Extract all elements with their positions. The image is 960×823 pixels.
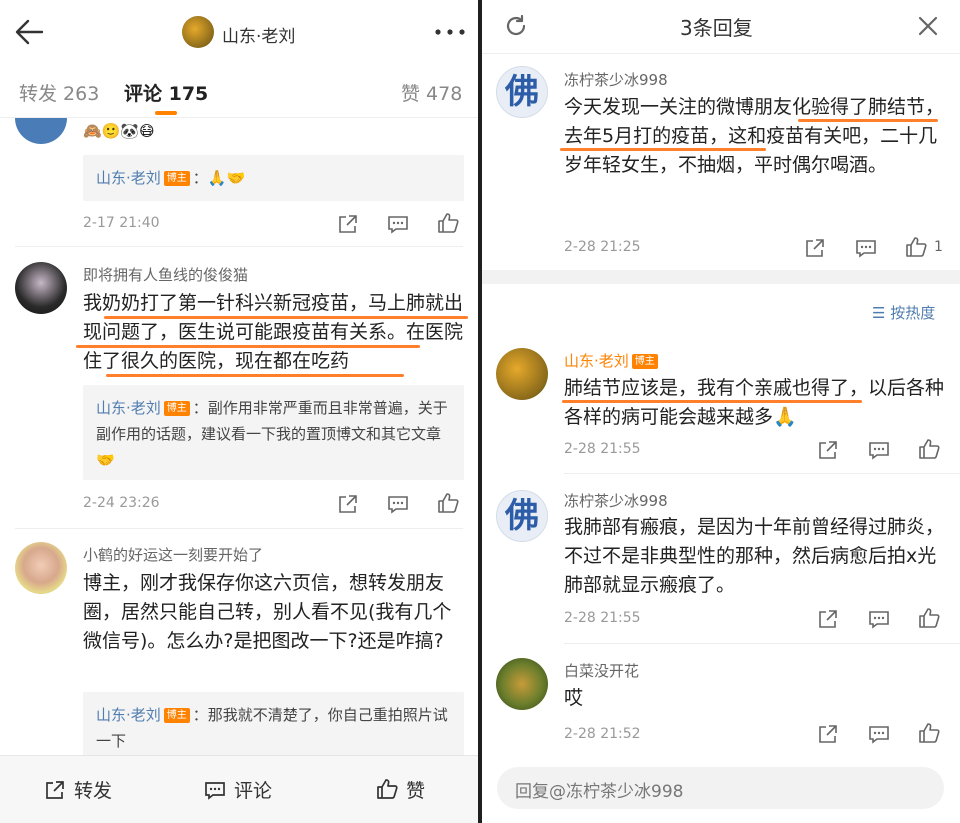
- comment-button[interactable]: 评论: [234, 776, 272, 803]
- refresh-icon[interactable]: [504, 14, 528, 38]
- share-icon[interactable]: [817, 439, 839, 461]
- like-icon[interactable]: [918, 607, 940, 629]
- sort-label: 按热度: [890, 304, 936, 322]
- blogger-badge: 博主: [163, 708, 190, 723]
- reply-line: 山东·老刘 博主 ：那我就不清楚了，你自己重拍照片试一下: [96, 702, 456, 754]
- comment-icon[interactable]: [204, 779, 226, 801]
- share-icon[interactable]: [337, 493, 359, 515]
- divider: [564, 643, 960, 644]
- avatar-glyph: 佛: [505, 72, 539, 112]
- comment-time: 2-28 21:52: [564, 726, 641, 742]
- weibo-post-panel: 山东·老刘 转发 263 评论 175 赞 478 🙈🙂🐼😷 山东·老刘 博主 ：🙏…: [0, 0, 478, 823]
- commenter-name[interactable]: 冻柠茶少冰998: [564, 490, 668, 511]
- sort-icon: ☰: [872, 304, 891, 322]
- comment-text: 我奶奶打了第一针科兴新冠疫苗，马上肺就出现问题了，医生说可能跟疫苗有关系。在医院…: [83, 292, 464, 372]
- divider: [15, 246, 463, 247]
- comment-icon[interactable]: [868, 439, 890, 461]
- avatar[interactable]: [496, 658, 548, 710]
- comment-time: 2-24 23:26: [83, 495, 160, 511]
- repost-button[interactable]: 转发: [74, 776, 112, 803]
- share-icon[interactable]: [337, 213, 359, 235]
- sheet-title: 3条回复: [680, 16, 753, 40]
- highlight-underline: [562, 400, 862, 403]
- reply-input[interactable]: 回复@冻柠茶少冰998: [497, 767, 944, 809]
- more-icon[interactable]: [432, 22, 468, 42]
- reply-author[interactable]: 山东·老刘: [96, 399, 161, 417]
- comment-time: 2-17 21:40: [83, 215, 160, 231]
- reply-text: ：🙏🤝: [192, 169, 246, 187]
- comment-text: 我肺部有瘢痕，是因为十年前曾经得过肺炎，不过不是非典型性的那种，然后病愈后拍x光…: [564, 516, 945, 596]
- like-icon[interactable]: [437, 492, 459, 514]
- comment-text: 今天发现一关注的微博朋友化验得了肺结节，去年5月打的疫苗，这和疫苗有关吧，二十几…: [564, 96, 945, 176]
- avatar[interactable]: 佛: [496, 66, 548, 118]
- reply-line: 山东·老刘 博主 ：副作用非常严重而且非常普遍，关于副作用的话题，建议看一下我的置顶…: [96, 395, 456, 473]
- top-bar: 山东·老刘: [0, 0, 478, 64]
- comment-time: 2-28 21:55: [564, 610, 641, 626]
- header-avatar[interactable]: [182, 16, 214, 48]
- bottom-action-bar: 转发 评论 赞: [0, 755, 478, 823]
- blogger-badge: 博主: [631, 354, 658, 369]
- comment-time: 2-28 21:55: [564, 441, 641, 457]
- share-icon[interactable]: [817, 608, 839, 630]
- replies-sheet: 3条回复 佛 冻柠茶少冰998 今天发现一关注的微博朋友化验得了肺结节，去年5月…: [482, 0, 960, 823]
- like-icon[interactable]: [376, 778, 398, 800]
- reply-author[interactable]: 山东·老刘: [564, 352, 629, 370]
- avatar[interactable]: [15, 262, 67, 314]
- like-icon[interactable]: [918, 438, 940, 460]
- divider: [15, 528, 463, 529]
- comment-icon[interactable]: [868, 723, 890, 745]
- highlight-underline: [104, 316, 468, 319]
- tab-repost[interactable]: 转发 263: [19, 79, 99, 106]
- reply-author[interactable]: 山东·老刘: [96, 169, 161, 187]
- like-icon[interactable]: [437, 212, 459, 234]
- sort-toggle[interactable]: ☰ 按热度: [872, 302, 935, 323]
- comment-text: 肺结节应该是，我有个亲戚也得了，以后各种各样的病可能会越来越多🙏: [564, 377, 945, 428]
- avatar[interactable]: [496, 348, 548, 400]
- divider: [564, 473, 960, 474]
- highlight-underline: [76, 345, 420, 348]
- commenter-name: 山东·老刘 博主: [564, 350, 661, 371]
- commenter-name[interactable]: 小鹤的好运这一刻要开始了: [83, 544, 263, 565]
- comment-icon[interactable]: [387, 213, 409, 235]
- comment-text: 博主，刚才我保存你这六页信，想转发朋友圈，居然只能自己转，别人看不见(我有几个微…: [83, 572, 452, 652]
- tab-comment[interactable]: 评论 175: [124, 79, 208, 106]
- highlight-underline: [560, 148, 766, 151]
- tab-bar: 转发 263 评论 175 赞 478: [0, 64, 478, 118]
- blogger-badge: 博主: [163, 171, 190, 186]
- repost-icon[interactable]: [44, 779, 66, 801]
- like-count: 1: [934, 239, 943, 255]
- comment-time: 2-28 21:25: [564, 239, 641, 255]
- reply-line: 山东·老刘 博主 ：🙏🤝: [96, 165, 245, 191]
- back-arrow-icon[interactable]: [12, 14, 48, 50]
- tab-like[interactable]: 赞 478: [401, 79, 462, 106]
- close-icon[interactable]: [916, 14, 940, 38]
- commenter-name[interactable]: 即将拥有人鱼线的俊俊猫: [83, 264, 248, 285]
- commenter-name[interactable]: 白菜没开花: [564, 660, 639, 681]
- active-tab-indicator: [155, 111, 177, 115]
- avatar[interactable]: [15, 542, 67, 594]
- share-icon[interactable]: [817, 723, 839, 745]
- highlight-underline: [798, 119, 938, 122]
- comment-icon[interactable]: [387, 493, 409, 515]
- share-icon[interactable]: [804, 237, 826, 259]
- reply-author[interactable]: 山东·老刘: [96, 706, 161, 724]
- avatar-glyph: 佛: [505, 496, 539, 536]
- like-button[interactable]: 赞: [406, 776, 425, 803]
- highlight-underline: [106, 374, 404, 377]
- avatar[interactable]: 佛: [496, 490, 548, 542]
- blogger-badge: 博主: [163, 401, 190, 416]
- like-icon[interactable]: [905, 236, 927, 258]
- header-title[interactable]: 山东·老刘: [222, 22, 295, 47]
- comment-emoji: 🙈🙂🐼😷: [83, 122, 155, 140]
- sheet-header: 3条回复: [482, 0, 960, 54]
- commenter-name[interactable]: 冻柠茶少冰998: [564, 69, 668, 90]
- like-icon[interactable]: [918, 722, 940, 744]
- comment-text: 哎: [564, 687, 584, 709]
- comment-icon[interactable]: [868, 608, 890, 630]
- comment-icon[interactable]: [855, 237, 877, 259]
- section-divider: [482, 270, 960, 284]
